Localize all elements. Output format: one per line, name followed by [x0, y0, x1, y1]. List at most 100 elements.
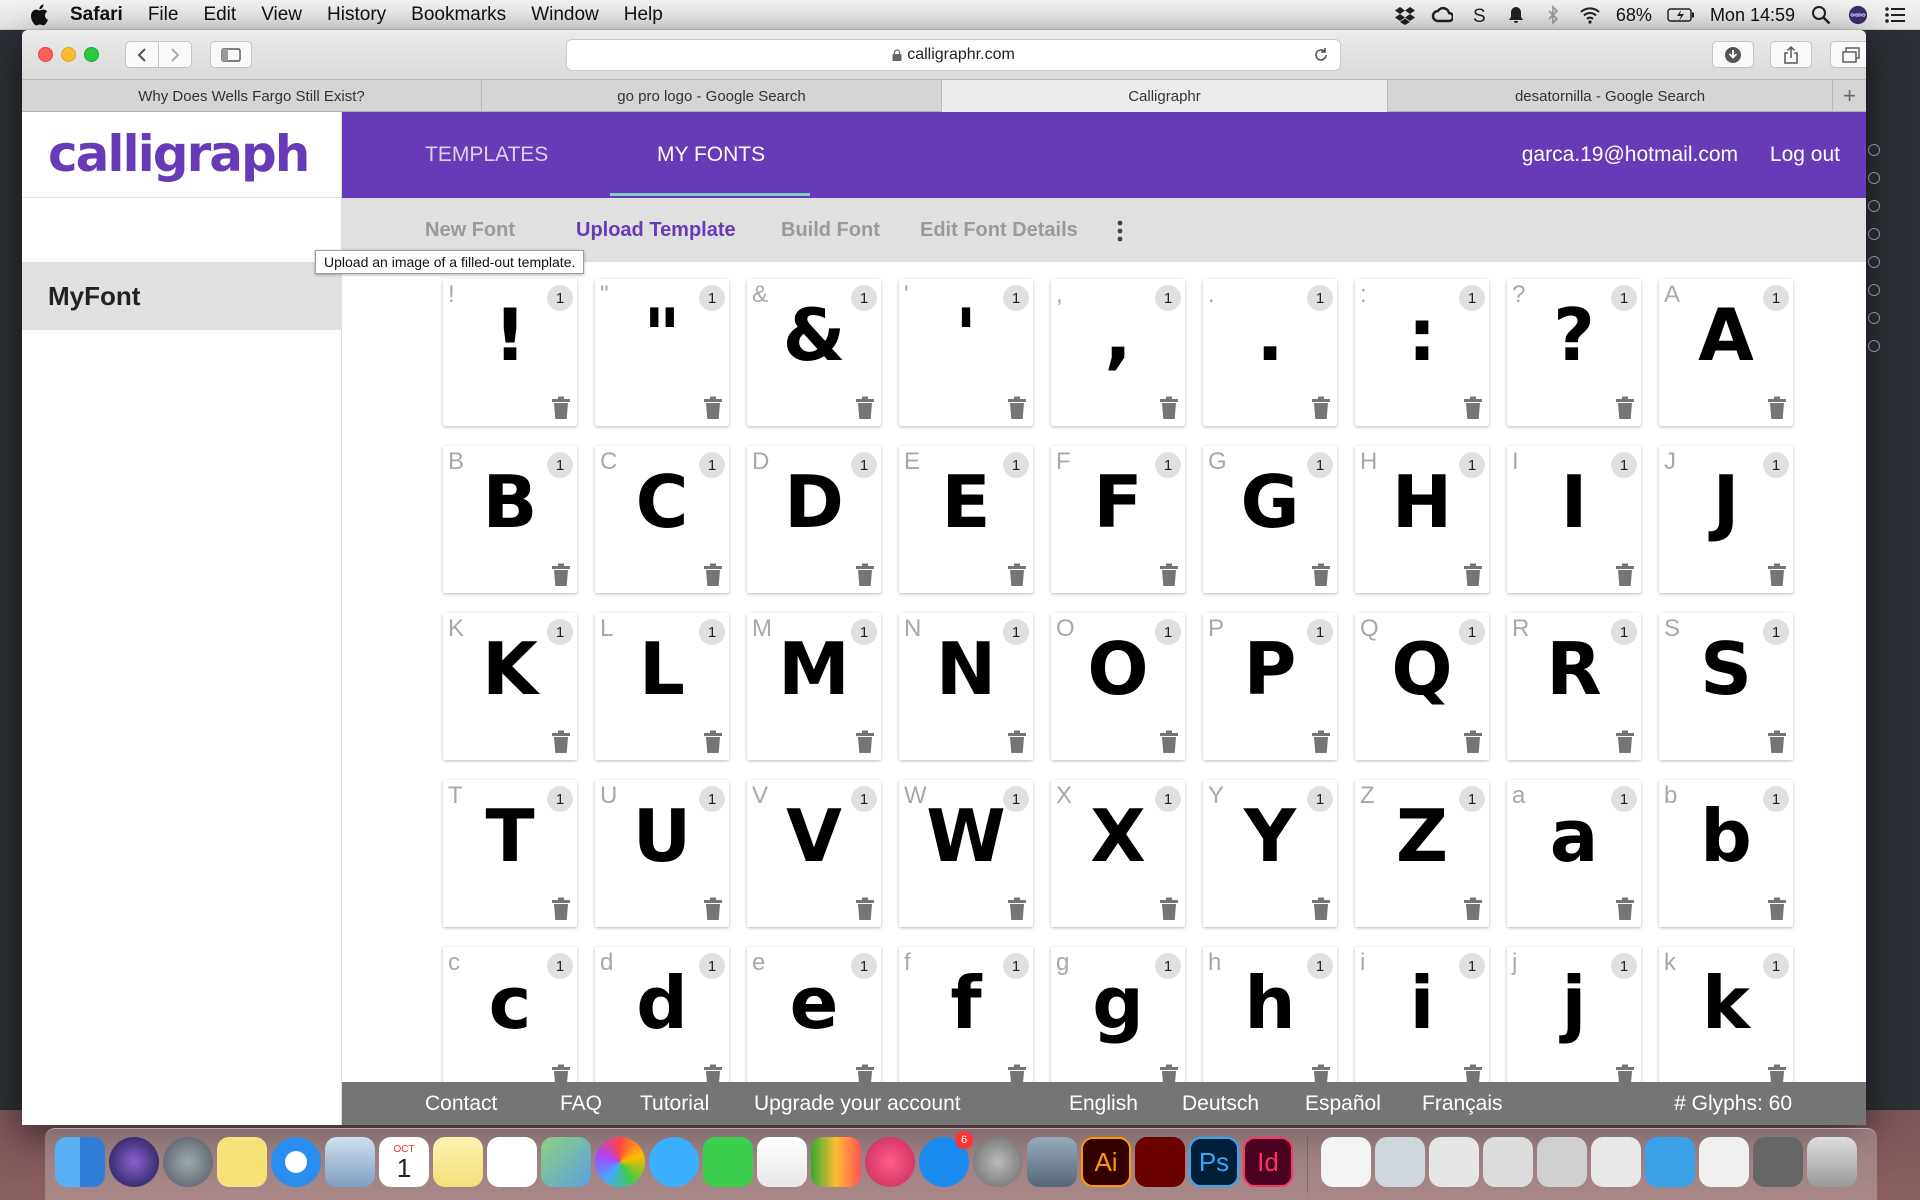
footer-upgrade-link[interactable]: Upgrade your account: [754, 1082, 961, 1125]
glyph-card[interactable]: T1T: [443, 780, 577, 927]
language-french[interactable]: Français: [1422, 1082, 1503, 1125]
glyph-preview[interactable]: G: [1203, 460, 1337, 544]
delete-glyph-icon[interactable]: [1767, 1064, 1787, 1082]
menu-file[interactable]: File: [148, 4, 179, 26]
glyph-preview[interactable]: P: [1203, 627, 1337, 711]
glyph-card[interactable]: c1c: [443, 947, 577, 1082]
document-thumbnail-icon[interactable]: [1753, 1137, 1803, 1187]
browser-tab[interactable]: desatornilla - Google Search: [1388, 80, 1833, 112]
glyph-card[interactable]: A1A: [1659, 279, 1793, 426]
glyph-card[interactable]: S1S: [1659, 613, 1793, 760]
footer-tutorial-link[interactable]: Tutorial: [640, 1082, 709, 1125]
creative-cloud-icon[interactable]: [1431, 5, 1453, 25]
glyph-card[interactable]: K1K: [443, 613, 577, 760]
battery-icon[interactable]: [1667, 5, 1695, 25]
browser-tab[interactable]: go pro logo - Google Search: [482, 80, 942, 112]
delete-glyph-icon[interactable]: [1463, 730, 1483, 754]
glyph-preview[interactable]: W: [899, 794, 1033, 878]
glyph-preview[interactable]: V: [747, 794, 881, 878]
illustrator-icon[interactable]: Ai: [1081, 1137, 1131, 1187]
browser-tab[interactable]: Why Does Wells Fargo Still Exist?: [22, 80, 482, 112]
logo[interactable]: calligraphr: [22, 112, 341, 198]
document-thumbnail-icon[interactable]: [1321, 1137, 1371, 1187]
glyph-card[interactable]: E1E: [899, 446, 1033, 593]
delete-glyph-icon[interactable]: [1159, 563, 1179, 587]
browser-tab-active[interactable]: Calligraphr: [942, 80, 1388, 112]
glyph-preview[interactable]: g: [1051, 961, 1185, 1045]
glyph-card[interactable]: H1H: [1355, 446, 1489, 593]
glyph-card[interactable]: i1i: [1355, 947, 1489, 1082]
sidebar-item-font[interactable]: MyFont: [22, 262, 342, 330]
logout-button[interactable]: Log out: [1770, 112, 1840, 198]
system-preferences-icon[interactable]: [973, 1137, 1023, 1187]
image-thumbnail-icon[interactable]: [1429, 1137, 1479, 1187]
forward-button[interactable]: [158, 41, 192, 68]
glyph-card[interactable]: N1N: [899, 613, 1033, 760]
glyph-card[interactable]: X1X: [1051, 780, 1185, 927]
glyph-card[interactable]: Z1Z: [1355, 780, 1489, 927]
delete-glyph-icon[interactable]: [1311, 730, 1331, 754]
glyph-preview[interactable]: d: [595, 961, 729, 1045]
notes-icon[interactable]: [433, 1137, 483, 1187]
delete-glyph-icon[interactable]: [1159, 730, 1179, 754]
glyph-card[interactable]: :1:: [1355, 279, 1489, 426]
glyph-card[interactable]: V1V: [747, 780, 881, 927]
dropbox-icon[interactable]: [1394, 5, 1416, 25]
glyph-preview[interactable]: I: [1507, 460, 1641, 544]
glyph-preview[interactable]: N: [899, 627, 1033, 711]
delete-glyph-icon[interactable]: [1615, 730, 1635, 754]
glyph-card[interactable]: W1W: [899, 780, 1033, 927]
delete-glyph-icon[interactable]: [1463, 563, 1483, 587]
downloads-button[interactable]: [1712, 41, 1754, 68]
menu-help[interactable]: Help: [624, 4, 663, 26]
acrobat-icon[interactable]: [1135, 1137, 1185, 1187]
glyph-preview[interactable]: L: [595, 627, 729, 711]
delete-glyph-icon[interactable]: [703, 1064, 723, 1082]
glyph-card[interactable]: f1f: [899, 947, 1033, 1082]
glyph-preview[interactable]: ': [899, 293, 1033, 377]
pages-icon[interactable]: [757, 1137, 807, 1187]
delete-glyph-icon[interactable]: [551, 730, 571, 754]
delete-glyph-icon[interactable]: [1463, 897, 1483, 921]
delete-glyph-icon[interactable]: [855, 563, 875, 587]
glyph-card[interactable]: O1O: [1051, 613, 1185, 760]
notification-center-icon[interactable]: [1884, 5, 1906, 25]
glyph-preview[interactable]: .: [1203, 293, 1337, 377]
glyph-preview[interactable]: D: [747, 460, 881, 544]
delete-glyph-icon[interactable]: [1159, 396, 1179, 420]
delete-glyph-icon[interactable]: [551, 897, 571, 921]
indesign-icon[interactable]: Id: [1243, 1137, 1293, 1187]
calendar-icon[interactable]: OCT 1: [379, 1137, 429, 1187]
glyph-preview[interactable]: !: [443, 293, 577, 377]
glyph-preview[interactable]: R: [1507, 627, 1641, 711]
tab-my-fonts[interactable]: MY FONTS: [657, 112, 765, 198]
delete-glyph-icon[interactable]: [1007, 730, 1027, 754]
menu-app-name[interactable]: Safari: [70, 4, 123, 26]
sidebar-toggle-button[interactable]: [210, 41, 252, 68]
glyph-card[interactable]: P1P: [1203, 613, 1337, 760]
trash-icon[interactable]: [1807, 1137, 1857, 1187]
image-thumbnail-icon[interactable]: [1537, 1137, 1587, 1187]
glyph-preview[interactable]: T: [443, 794, 577, 878]
tab-templates[interactable]: TEMPLATES: [425, 112, 548, 198]
delete-glyph-icon[interactable]: [1615, 396, 1635, 420]
glyph-preview[interactable]: X: [1051, 794, 1185, 878]
delete-glyph-icon[interactable]: [703, 897, 723, 921]
delete-glyph-icon[interactable]: [1159, 1064, 1179, 1082]
glyph-preview[interactable]: J: [1659, 460, 1793, 544]
glyph-card[interactable]: U1U: [595, 780, 729, 927]
glyph-card[interactable]: k1k: [1659, 947, 1793, 1082]
delete-glyph-icon[interactable]: [1007, 897, 1027, 921]
glyph-preview[interactable]: k: [1659, 961, 1793, 1045]
glyph-preview[interactable]: K: [443, 627, 577, 711]
glyph-card[interactable]: ' 1 ': [899, 279, 1033, 426]
safari-icon[interactable]: [271, 1137, 321, 1187]
glyph-card[interactable]: e1e: [747, 947, 881, 1082]
glyph-card[interactable]: G1G: [1203, 446, 1337, 593]
glyph-preview[interactable]: ,: [1051, 293, 1185, 377]
menubar-clock[interactable]: Mon 14:59: [1710, 5, 1795, 26]
new-tab-button[interactable]: +: [1833, 80, 1866, 111]
minimize-window-button[interactable]: [61, 47, 76, 62]
glyph-preview[interactable]: :: [1355, 293, 1489, 377]
apple-icon[interactable]: [28, 2, 52, 28]
